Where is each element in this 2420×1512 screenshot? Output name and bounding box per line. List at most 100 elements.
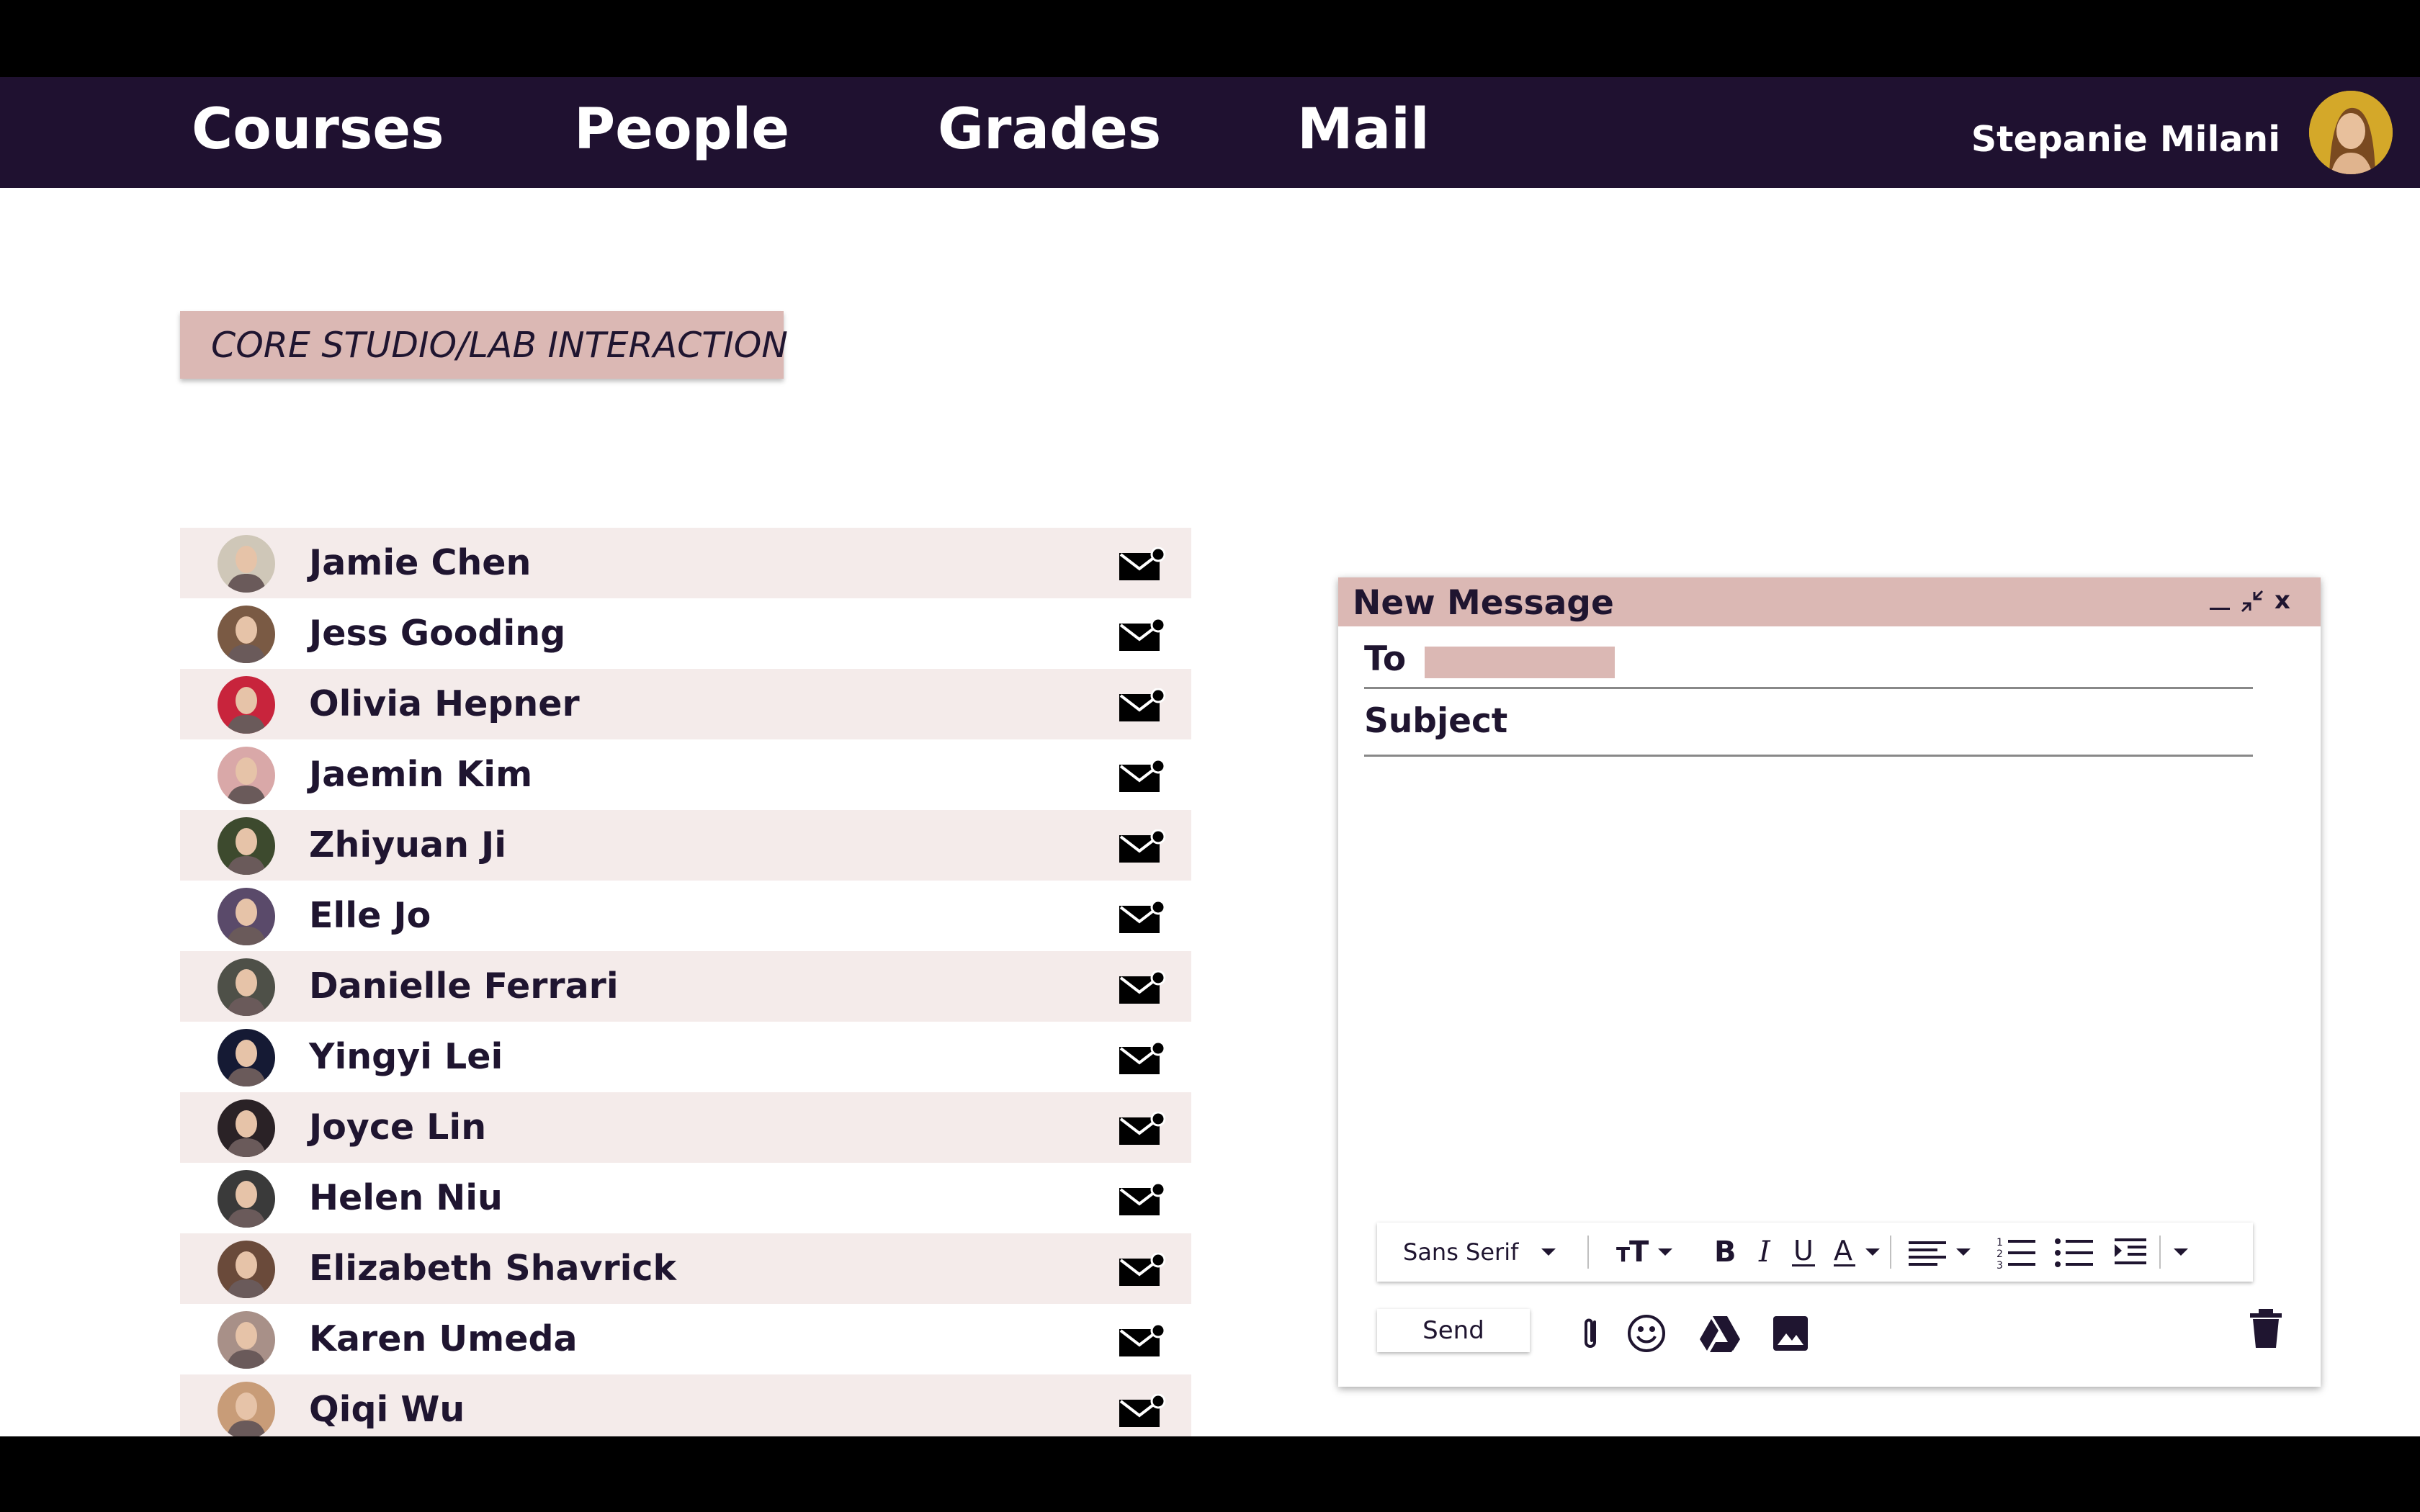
person-avatar[interactable]: [218, 1311, 275, 1369]
text-size-button[interactable]: T T: [1615, 1234, 1680, 1270]
person-name[interactable]: Joyce Lin: [309, 1107, 486, 1148]
person-avatar[interactable]: [218, 676, 275, 734]
person-avatar[interactable]: [218, 1099, 275, 1157]
person-row[interactable]: Jess Gooding: [180, 598, 1191, 669]
mail-person-button[interactable]: [1118, 1393, 1166, 1428]
italic-button[interactable]: I: [1754, 1234, 1776, 1270]
person-avatar[interactable]: [218, 1170, 275, 1228]
person-row[interactable]: Danielle Ferrari: [180, 951, 1191, 1022]
underline-icon: U: [1792, 1235, 1815, 1266]
nav-courses[interactable]: Courses: [192, 97, 444, 162]
attach-button[interactable]: [1570, 1313, 1610, 1354]
person-name[interactable]: Elle Jo: [309, 895, 431, 936]
mail-person-button[interactable]: [1118, 1111, 1166, 1146]
user-avatar[interactable]: [2309, 91, 2393, 174]
underline-button[interactable]: U: [1789, 1234, 1818, 1270]
text-color-button[interactable]: A: [1831, 1234, 1884, 1270]
avatar-photo: [218, 1029, 275, 1086]
nav-people[interactable]: People: [574, 97, 789, 162]
subject-field-underline[interactable]: [1364, 755, 2253, 757]
person-name[interactable]: Danielle Ferrari: [309, 966, 619, 1007]
person-avatar[interactable]: [218, 606, 275, 663]
mail-icon: [1119, 1252, 1166, 1286]
mail-person-button[interactable]: [1118, 899, 1166, 935]
person-row[interactable]: Qiqi Wu: [180, 1374, 1191, 1445]
mail-person-button[interactable]: [1118, 758, 1166, 793]
person-avatar[interactable]: [218, 747, 275, 804]
to-label: To: [1364, 639, 1407, 679]
more-formatting-button[interactable]: [2169, 1234, 2194, 1270]
to-recipient-chip[interactable]: [1425, 647, 1615, 678]
emoji-button[interactable]: [1626, 1313, 1667, 1354]
person-row[interactable]: Jamie Chen: [180, 528, 1191, 598]
indent-button[interactable]: [2113, 1234, 2149, 1270]
minimize-button[interactable]: [2208, 583, 2231, 618]
font-family-select[interactable]: Sans Serif: [1403, 1234, 1557, 1270]
person-row[interactable]: Helen Niu: [180, 1163, 1191, 1233]
mail-icon: [1119, 688, 1166, 721]
mail-person-button[interactable]: [1118, 688, 1166, 723]
person-row[interactable]: Yingyi Lei: [180, 1022, 1191, 1092]
person-avatar[interactable]: [218, 817, 275, 875]
person-row[interactable]: Zhiyuan Ji: [180, 810, 1191, 881]
mail-icon: [1119, 899, 1166, 933]
indent-icon: [2115, 1238, 2146, 1264]
person-name[interactable]: Helen Niu: [309, 1177, 503, 1218]
person-row[interactable]: Karen Umeda: [180, 1304, 1191, 1374]
mail-person-button[interactable]: [1118, 1040, 1166, 1076]
nav-mail[interactable]: Mail: [1297, 97, 1430, 162]
person-avatar[interactable]: [218, 1029, 275, 1086]
mail-person-button[interactable]: [1118, 1323, 1166, 1358]
svg-text:T: T: [1629, 1236, 1649, 1269]
avatar-photo: [218, 1170, 275, 1228]
mail-person-button[interactable]: [1118, 970, 1166, 1005]
person-name[interactable]: Qiqi Wu: [309, 1389, 465, 1430]
to-field-underline[interactable]: [1364, 687, 2253, 689]
person-row[interactable]: Joyce Lin: [180, 1092, 1191, 1163]
send-button[interactable]: Send: [1377, 1309, 1530, 1352]
person-row[interactable]: Olivia Hepner: [180, 669, 1191, 739]
person-row[interactable]: Elizabeth Shavrick: [180, 1233, 1191, 1304]
person-avatar[interactable]: [218, 535, 275, 593]
person-name[interactable]: Jess Gooding: [309, 613, 565, 654]
person-avatar[interactable]: [218, 1241, 275, 1298]
person-name[interactable]: Jaemin Kim: [309, 754, 532, 795]
drive-button[interactable]: [1698, 1313, 1740, 1354]
mail-person-button[interactable]: [1118, 1182, 1166, 1217]
mail-person-button[interactable]: [1118, 1252, 1166, 1287]
person-row[interactable]: Elle Jo: [180, 881, 1191, 951]
mail-person-button[interactable]: [1118, 546, 1166, 582]
bold-button[interactable]: B: [1710, 1234, 1739, 1270]
text-color-icon: A: [1834, 1235, 1880, 1266]
person-name[interactable]: Jamie Chen: [309, 542, 531, 583]
insert-photo-button[interactable]: [1770, 1313, 1811, 1354]
course-title-badge[interactable]: CORE STUDIO/LAB INTERACTION: [180, 311, 788, 379]
person-row[interactable]: Jaemin Kim: [180, 739, 1191, 810]
bulleted-list-button[interactable]: [2054, 1234, 2094, 1270]
compose-window: New Message x To Subject Sans Serif T T: [1338, 577, 2321, 1387]
user-name[interactable]: Stepanie Milani: [1971, 119, 2280, 160]
toolbar-divider: [1890, 1236, 1891, 1269]
person-avatar[interactable]: [218, 958, 275, 1016]
person-avatar[interactable]: [218, 888, 275, 945]
mail-person-button[interactable]: [1118, 617, 1166, 652]
mail-icon: [1119, 1040, 1166, 1074]
person-avatar[interactable]: [218, 1382, 275, 1439]
user-avatar-image: [2309, 91, 2393, 174]
person-name[interactable]: Karen Umeda: [309, 1318, 578, 1359]
person-name[interactable]: Yingyi Lei: [309, 1036, 503, 1077]
person-name[interactable]: Olivia Hepner: [309, 683, 580, 724]
svg-text:2: 2: [1996, 1248, 2003, 1260]
numbered-list-button[interactable]: 1 2 3: [1996, 1234, 2037, 1270]
subject-label[interactable]: Subject: [1364, 701, 1507, 741]
person-name[interactable]: Elizabeth Shavrick: [309, 1248, 676, 1289]
person-name[interactable]: Zhiyuan Ji: [309, 824, 506, 865]
align-button[interactable]: [1907, 1234, 1976, 1270]
close-button[interactable]: x: [2275, 586, 2290, 615]
nav-grades[interactable]: Grades: [938, 97, 1161, 162]
discard-button[interactable]: [2246, 1308, 2286, 1348]
expand-button[interactable]: [2240, 589, 2264, 620]
toolbar-divider: [2159, 1236, 2161, 1269]
avatar-photo: [218, 1099, 275, 1157]
mail-person-button[interactable]: [1118, 829, 1166, 864]
